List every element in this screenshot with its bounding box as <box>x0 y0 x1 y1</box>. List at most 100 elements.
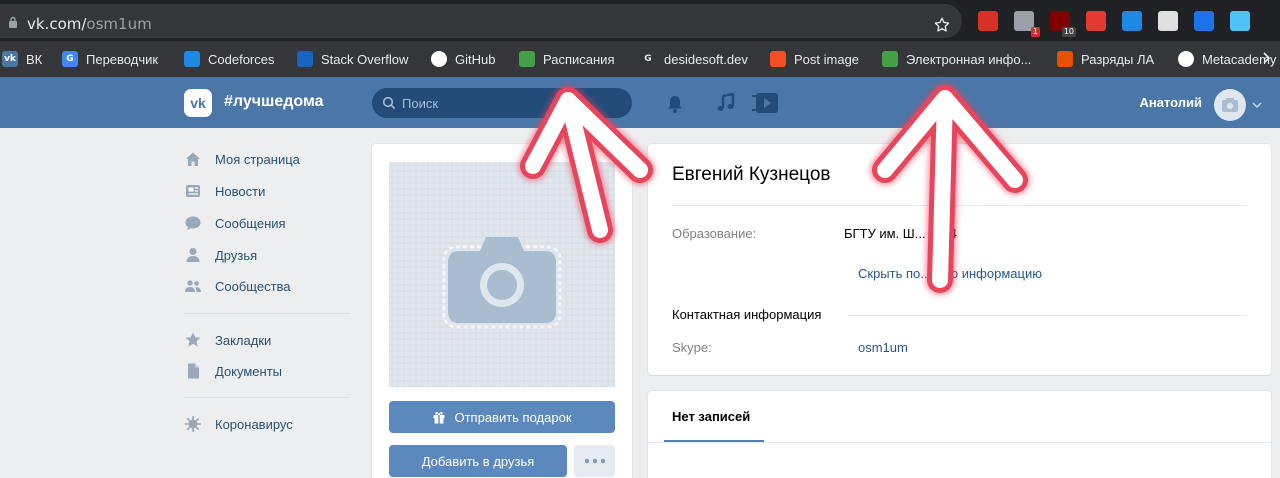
send-gift-button[interactable]: Отправить подарок <box>389 401 615 433</box>
sidebar-item-bookmarks[interactable]: Закладки <box>184 329 354 351</box>
skype-value[interactable]: osm1um <box>858 340 908 355</box>
vk-hashtag[interactable]: #лучшедома <box>224 93 324 111</box>
bookmark-codeforces[interactable]: Codeforces <box>184 50 274 68</box>
bookmark-label: Расписания <box>543 51 615 67</box>
bookmark-vk[interactable]: vk ВК <box>2 50 42 68</box>
chevron-down-icon[interactable] <box>1252 101 1262 109</box>
sidebar-item-label: Новости <box>215 183 266 199</box>
sidebar-divider <box>184 313 350 314</box>
url-field[interactable]: vk.com/osm1um <box>0 4 962 38</box>
camera-icon <box>442 237 562 329</box>
bookmarks-bar: vk ВК G Переводчик Codeforces Stack Overflow G… <box>0 41 1280 77</box>
send-gift-label: Отправить подарок <box>454 409 572 425</box>
bookmark-label: Post image <box>794 51 860 67</box>
url-text[interactable]: vk.com/osm1um <box>27 15 152 33</box>
gmail-icon[interactable] <box>978 11 998 31</box>
video-play-icon[interactable] <box>750 92 778 114</box>
bookmark-desidesoft[interactable]: Gdesidesoft.dev <box>640 50 748 68</box>
profile-photo-placeholder[interactable] <box>389 162 615 387</box>
bookmark-education[interactable]: Электронная инфо... <box>882 50 1031 68</box>
sidebar-item-friends[interactable]: Друзья <box>184 244 354 266</box>
ublock-icon[interactable]: 10 <box>1050 11 1076 37</box>
bookmarks-icon <box>185 332 201 347</box>
vk-icon: vk <box>2 51 18 67</box>
sidebar-divider <box>184 397 350 398</box>
more-actions-button[interactable] <box>574 445 615 477</box>
education-label: Образование: <box>672 226 757 241</box>
vk-logo[interactable]: vk <box>184 89 212 117</box>
news-icon <box>186 185 200 197</box>
info-divider <box>672 205 1247 206</box>
contact-divider <box>848 315 1247 316</box>
wall-divider <box>648 442 1271 443</box>
hide-info-link[interactable]: Скрыть по... ную информацию <box>858 266 1042 281</box>
education-icon <box>882 51 898 67</box>
bookmark-star-icon[interactable] <box>933 16 951 34</box>
notifications-bell-icon[interactable] <box>665 94 685 114</box>
bookmark-github[interactable]: GitHub <box>431 50 495 68</box>
communities-icon <box>185 280 201 292</box>
sidebar-item-communities[interactable]: Сообщества <box>184 275 354 297</box>
lock-icon <box>9 16 17 28</box>
add-friend-label: Добавить в друзья <box>421 453 535 469</box>
bookmark-label: GitHub <box>455 51 496 67</box>
gift-icon <box>433 412 445 424</box>
translate-icon: G <box>62 51 78 67</box>
search-box[interactable] <box>372 88 632 118</box>
skype-label: Skype: <box>672 340 712 355</box>
sidebar-item-label: Закладки <box>215 332 272 348</box>
bookmark-translate[interactable]: G Переводчик <box>62 50 158 68</box>
share-icon[interactable] <box>1194 11 1214 31</box>
sidebar-item-my-page[interactable]: Моя страница <box>184 148 354 170</box>
desidesoft-icon: G <box>640 51 656 67</box>
friends-icon <box>186 248 200 262</box>
bookmark-label: Stack Overflow <box>321 51 409 67</box>
search-icon <box>382 96 396 110</box>
postimage-icon <box>770 51 786 67</box>
sidebar-item-messages[interactable]: Сообщения <box>184 212 354 234</box>
sidebar-item-news[interactable]: Новости <box>184 180 354 202</box>
github-icon <box>431 51 447 67</box>
bookmark-label: Переводчик <box>86 51 159 67</box>
sidebar-item-label: Коронавирус <box>215 416 293 432</box>
shield-icon[interactable] <box>1086 11 1106 31</box>
tab-no-posts[interactable]: Нет записей <box>672 409 750 424</box>
search-input[interactable] <box>402 88 622 118</box>
schedule-icon <box>519 51 535 67</box>
documents-icon <box>188 363 199 379</box>
vk-header: vk #лучшедома Анатолий <box>0 77 1280 128</box>
avatar[interactable] <box>1214 89 1246 121</box>
extension-badge: 1 <box>1030 27 1040 37</box>
bookmark-label: ВК <box>26 51 43 67</box>
bookmark-label: Электронная инфо... <box>906 51 1032 67</box>
speed-icon[interactable]: 1 <box>1014 11 1040 37</box>
bookmark-label: Разряды ЛА <box>1081 51 1155 67</box>
bookmark-postimage[interactable]: Post image <box>770 50 859 68</box>
sidebar-item-label: Документы <box>215 363 283 379</box>
education-value[interactable]: БГТУ им. Ш... а '14 <box>844 226 957 241</box>
url-path: osm1um <box>86 15 152 33</box>
bookmark-schedule[interactable]: Расписания <box>519 50 614 68</box>
globe-icon <box>1178 51 1194 67</box>
add-friend-button[interactable]: Добавить в друзья <box>389 445 567 477</box>
spy-icon[interactable] <box>1158 11 1178 31</box>
bookmark-label: Codeforces <box>208 51 275 67</box>
profile-icon[interactable] <box>1230 11 1250 31</box>
stackoverflow-icon <box>297 51 313 67</box>
music-icon[interactable] <box>716 93 736 113</box>
wall-card: Нет записей <box>648 391 1271 478</box>
codeforces-icon <box>184 51 200 67</box>
bookmark-stackoverflow[interactable]: Stack Overflow <box>297 50 408 68</box>
extension-badge: 10 <box>1061 27 1076 37</box>
profile-name: Евгений Кузнецов <box>672 164 831 185</box>
user-name[interactable]: Анатолий <box>1139 95 1202 110</box>
sidebar-item-label: Сообщества <box>215 278 291 294</box>
sidebar-item-coronavirus[interactable]: Коронавирус <box>184 413 354 435</box>
sidebar-item-label: Друзья <box>215 247 258 263</box>
profile-info-card: Евгений Кузнецов Образование: БГТУ им. Ш… <box>648 144 1271 375</box>
sidebar-item-documents[interactable]: Документы <box>184 360 354 382</box>
bookmark-athletics[interactable]: Разряды ЛА <box>1057 50 1154 68</box>
home-icon <box>186 152 200 166</box>
s-icon[interactable] <box>1122 11 1142 31</box>
bookmarks-overflow-icon[interactable] <box>1262 51 1272 65</box>
